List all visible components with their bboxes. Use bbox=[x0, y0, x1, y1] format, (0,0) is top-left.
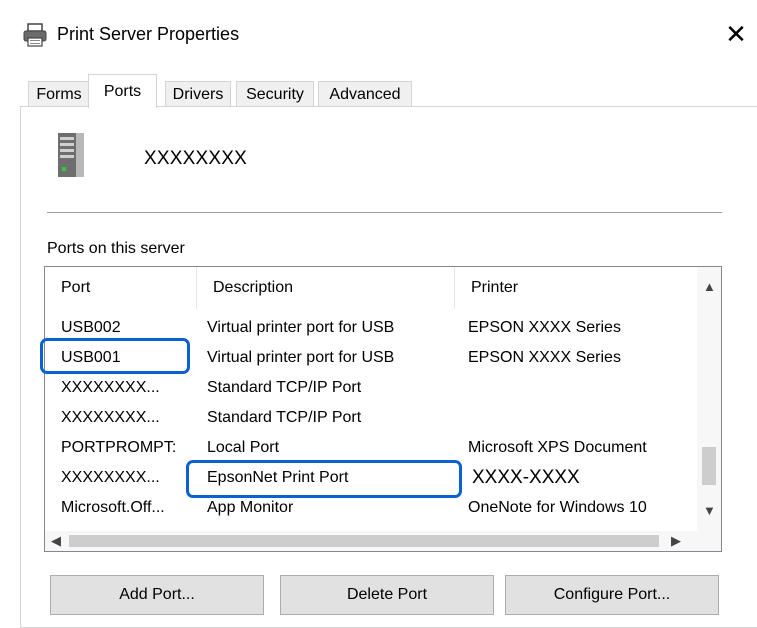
printer-icon bbox=[23, 23, 47, 47]
printer-cell: EPSON XXXX Series bbox=[468, 349, 621, 366]
printer-cell: EPSON XXXX Series bbox=[468, 319, 621, 336]
description-cell: Standard TCP/IP Port bbox=[207, 409, 362, 426]
description-cell: Standard TCP/IP Port bbox=[207, 379, 362, 396]
printer-cell bbox=[468, 403, 697, 433]
highlight-epsonnet-print-port bbox=[186, 460, 462, 498]
divider bbox=[47, 212, 722, 213]
ports-section-label: Ports on this server bbox=[47, 240, 185, 257]
delete-port-button[interactable]: Delete Port bbox=[280, 575, 494, 615]
ports-list[interactable]: Port Description Printer USB002 Virtual … bbox=[44, 266, 722, 552]
port-cell: XXXXXXXX... bbox=[61, 469, 160, 486]
description-cell: Virtual printer port for USB bbox=[207, 319, 395, 336]
tab-forms[interactable]: Forms bbox=[28, 81, 90, 107]
server-icon bbox=[58, 133, 84, 177]
port-cell: XXXXXXXX... bbox=[61, 409, 160, 426]
horizontal-scroll-thumb[interactable] bbox=[69, 535, 659, 547]
horizontal-scrollbar[interactable]: ◀ ▶ bbox=[45, 531, 721, 551]
table-row[interactable]: PORTPROMPT: Local Port Microsoft XPS Doc… bbox=[45, 433, 697, 463]
printer-cell: OneNote for Windows 10 bbox=[468, 499, 647, 516]
vertical-scroll-thumb[interactable] bbox=[702, 447, 716, 485]
scroll-left-icon[interactable]: ◀ bbox=[51, 533, 61, 549]
vertical-scrollbar[interactable]: ▲ ▼ bbox=[697, 267, 721, 531]
column-header-port[interactable]: Port bbox=[45, 267, 197, 309]
printer-cell: XXXX-XXXX bbox=[472, 467, 580, 488]
highlight-usb001 bbox=[40, 338, 190, 374]
tab-drivers[interactable]: Drivers bbox=[165, 81, 231, 107]
description-cell: Local Port bbox=[207, 439, 280, 456]
configure-port-button[interactable]: Configure Port... bbox=[505, 575, 719, 615]
close-icon: ✕ bbox=[725, 18, 747, 49]
close-button[interactable]: ✕ bbox=[715, 14, 757, 54]
port-cell: Microsoft.Off... bbox=[61, 499, 165, 516]
title-bar: Print Server Properties ✕ bbox=[0, 0, 757, 66]
printer-cell: Microsoft XPS Document bbox=[468, 439, 647, 456]
port-cell: XXXXXXXX... bbox=[61, 379, 160, 396]
printer-cell bbox=[468, 373, 697, 403]
column-header-printer[interactable]: Printer bbox=[455, 267, 697, 309]
column-header-description[interactable]: Description bbox=[197, 267, 455, 309]
server-name: XXXXXXXX bbox=[144, 148, 247, 169]
table-row[interactable]: XXXXXXXX... Standard TCP/IP Port bbox=[45, 373, 697, 403]
window-title: Print Server Properties bbox=[57, 24, 240, 44]
description-cell: Virtual printer port for USB bbox=[207, 349, 395, 366]
add-port-button[interactable]: Add Port... bbox=[50, 575, 264, 615]
scroll-right-icon[interactable]: ▶ bbox=[671, 533, 681, 549]
scroll-up-icon[interactable]: ▲ bbox=[703, 279, 716, 294]
port-cell: PORTPROMPT: bbox=[61, 439, 177, 456]
scroll-down-icon[interactable]: ▼ bbox=[703, 503, 716, 518]
table-row[interactable]: XXXXXXXX... Standard TCP/IP Port bbox=[45, 403, 697, 433]
tab-ports[interactable]: Ports bbox=[88, 74, 157, 108]
tab-security[interactable]: Security bbox=[236, 81, 314, 107]
tab-advanced[interactable]: Advanced bbox=[318, 81, 412, 107]
